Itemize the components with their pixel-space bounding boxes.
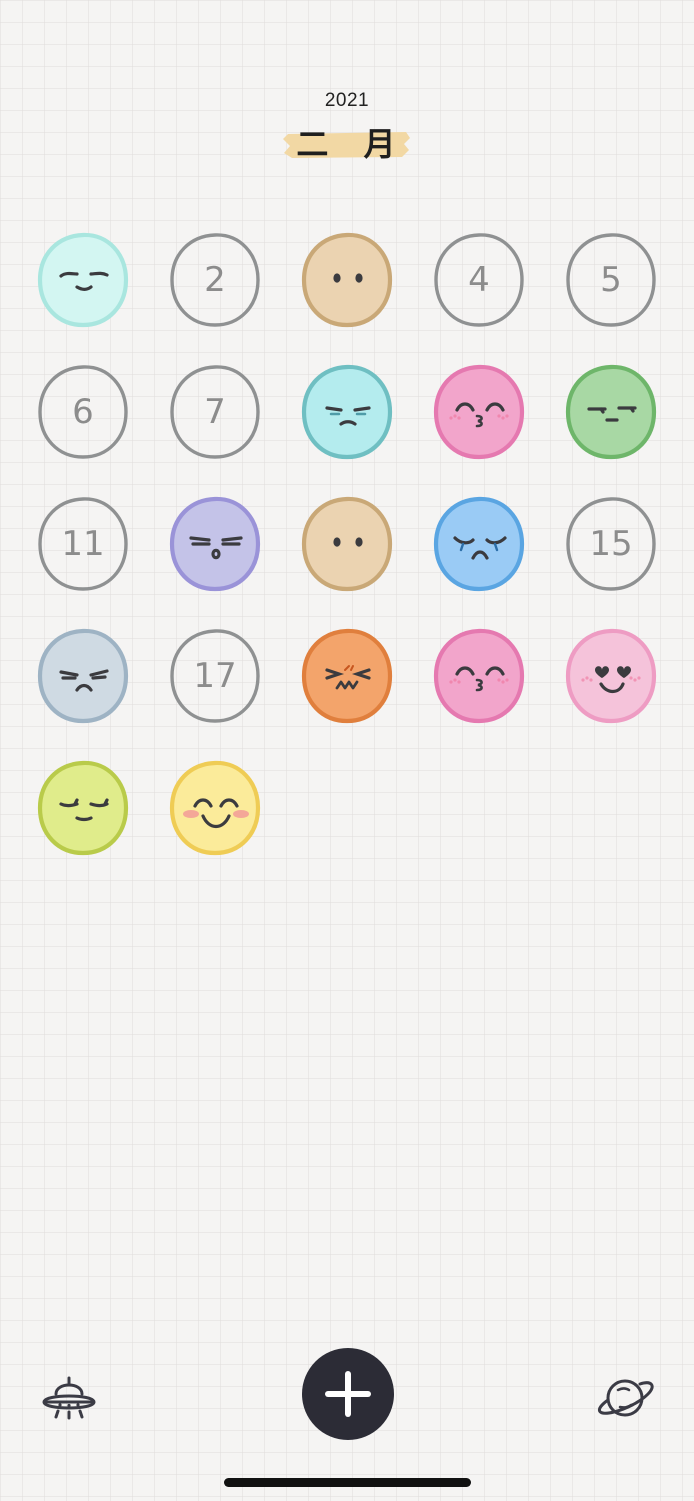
day-cell-neutral[interactable] [301, 232, 393, 328]
day-number: 7 [204, 392, 226, 432]
plus-icon [325, 1371, 371, 1417]
day-number: 6 [72, 392, 94, 432]
day-cell-neutral[interactable] [301, 496, 393, 592]
day-cell-empty[interactable]: 4 [433, 232, 525, 328]
day-cell-happy[interactable] [169, 760, 261, 856]
day-cell-tired[interactable] [169, 496, 261, 592]
crying-face-icon [433, 496, 525, 592]
day-cell-angry[interactable] [301, 628, 393, 724]
neutral-face-icon [301, 232, 393, 328]
day-cell-empty[interactable]: 11 [37, 496, 129, 592]
day-cell-calm[interactable] [37, 760, 129, 856]
kiss-face-icon [433, 364, 525, 460]
day-cell-empty[interactable]: 15 [565, 496, 657, 592]
happy-face-icon [169, 760, 261, 856]
day-number: 4 [468, 260, 490, 300]
day-cell-kiss[interactable] [433, 628, 525, 724]
kiss-face-icon [433, 628, 525, 724]
day-cell-meh[interactable] [565, 364, 657, 460]
day-number: 5 [600, 260, 622, 300]
day-cell-content[interactable] [37, 232, 129, 328]
home-indicator [224, 1478, 471, 1487]
day-cell-empty[interactable]: 5 [565, 232, 657, 328]
meh-face-icon [565, 364, 657, 460]
day-number: 15 [589, 524, 633, 564]
day-cell-annoyed[interactable] [37, 628, 129, 724]
day-number: 11 [61, 524, 105, 564]
bottom-toolbar [0, 1340, 694, 1450]
annoyed-face-icon [37, 628, 129, 724]
planet-button[interactable] [594, 1370, 656, 1426]
day-cell-sad[interactable] [301, 364, 393, 460]
tired-face-icon [169, 496, 261, 592]
angry-face-icon [301, 628, 393, 724]
day-cell-love[interactable] [565, 628, 657, 724]
sad-face-icon [301, 364, 393, 460]
day-cell-empty[interactable]: 2 [169, 232, 261, 328]
day-cell-empty[interactable]: 17 [169, 628, 261, 724]
calm-face-icon [37, 760, 129, 856]
day-cell-crying[interactable] [433, 496, 525, 592]
planet-icon [598, 1379, 654, 1417]
ufo-button[interactable] [38, 1372, 100, 1424]
neutral-face-icon [301, 496, 393, 592]
ufo-icon [42, 1376, 96, 1420]
content-face-icon [37, 232, 129, 328]
day-cell-empty[interactable]: 6 [37, 364, 129, 460]
day-cell-empty[interactable]: 7 [169, 364, 261, 460]
day-cell-kiss[interactable] [433, 364, 525, 460]
add-entry-button[interactable] [302, 1348, 394, 1440]
calendar-grid: 2 4 5 6 7 11 15 17 [0, 0, 694, 900]
love-face-icon [565, 628, 657, 724]
day-number: 17 [193, 656, 237, 696]
day-number: 2 [204, 260, 226, 300]
